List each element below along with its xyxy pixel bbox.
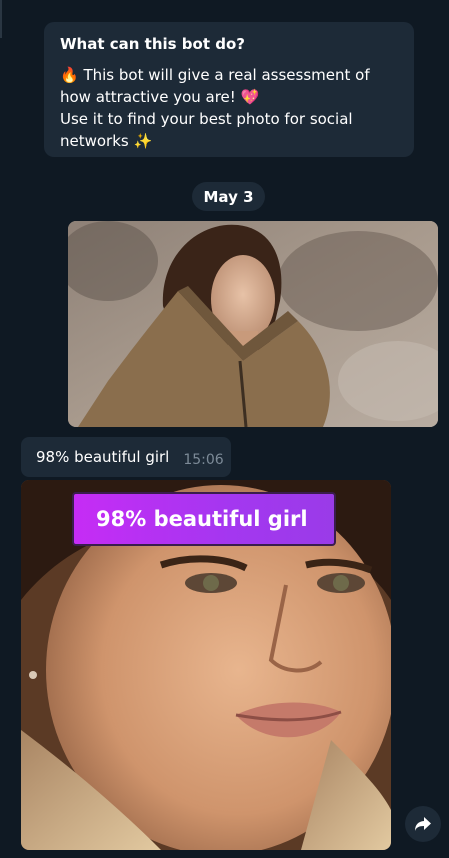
window-edge [0,0,2,38]
forward-button[interactable] [405,806,441,842]
bot-description-line-1: 🔥 This bot will give a real assessment o… [60,66,370,106]
incoming-text-message[interactable]: 98% beautiful girl 15:06 [21,437,231,477]
date-separator: May 3 [192,182,265,211]
message-text: 98% beautiful girl [36,448,170,466]
bot-description-line-2: Use it to find your best photo for socia… [60,110,353,150]
bot-description-title: What can this bot do? [60,35,245,53]
incoming-photo-message[interactable]: 98% beautiful girl [21,480,391,850]
rating-overlay-label: 98% beautiful girl [72,492,336,546]
forward-arrow-icon [415,817,431,831]
message-timestamp: 15:06 [183,452,224,468]
outgoing-photo [68,221,438,427]
outgoing-photo-message[interactable] [68,221,438,427]
bot-description-text: 🔥 This bot will give a real assessment o… [60,64,398,152]
bot-description-card: What can this bot do? 🔥 This bot will gi… [44,22,414,157]
